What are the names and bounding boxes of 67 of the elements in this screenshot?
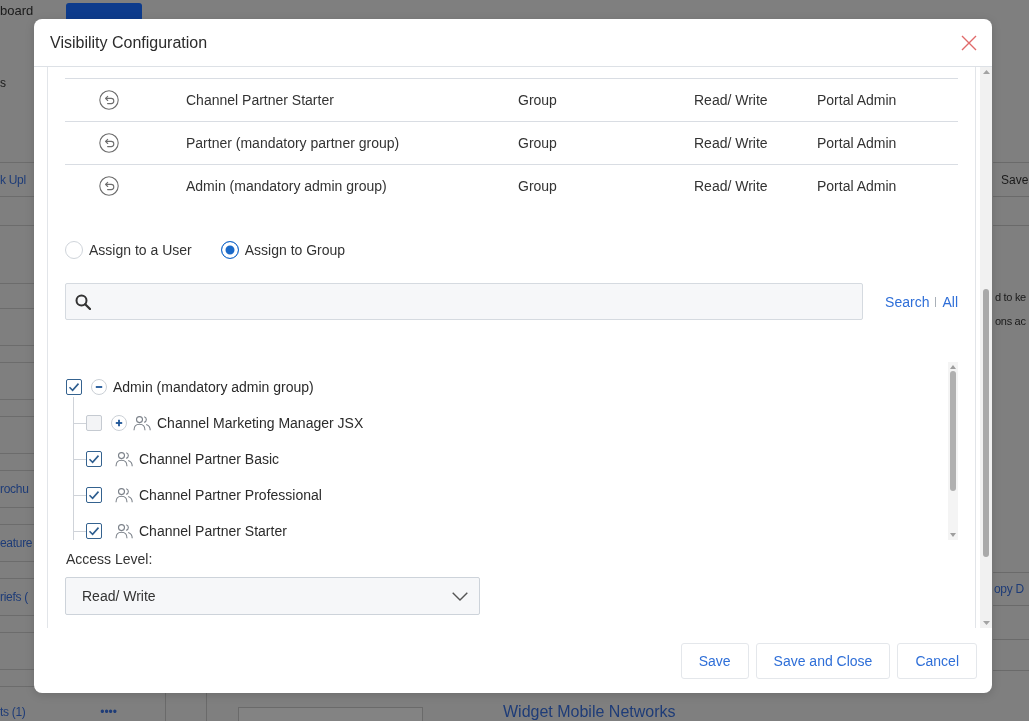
- checkbox[interactable]: [86, 523, 102, 539]
- table-cell: Group: [518, 92, 557, 108]
- table-cell: Group: [518, 135, 557, 151]
- field-label: Access Level:: [66, 551, 153, 567]
- link[interactable]: riefs (: [0, 589, 28, 605]
- radio-label[interactable]: Assign to a User: [89, 242, 192, 258]
- dialog-button[interactable]: Save: [680, 643, 749, 679]
- scrollbar[interactable]: [948, 362, 958, 540]
- access-level-dropdown[interactable]: Read/ Write: [65, 577, 480, 615]
- save-button[interactable]: Save: [993, 162, 1029, 197]
- checkbox[interactable]: [86, 451, 102, 467]
- tree-item[interactable]: Channel Marketing Manager JSX: [157, 415, 364, 431]
- table-cell: Portal Admin: [817, 135, 897, 151]
- link[interactable]: eature: [0, 535, 33, 551]
- table-cell: Portal Admin: [817, 92, 897, 108]
- link[interactable]: All: [942, 293, 958, 310]
- tree-item[interactable]: Channel Partner Basic: [139, 451, 280, 467]
- scroll-up-icon[interactable]: [950, 365, 956, 369]
- undo-icon[interactable]: [99, 176, 119, 196]
- undo-icon[interactable]: [99, 90, 119, 110]
- table-cell: Group: [518, 178, 557, 194]
- table-cell: Read/ Write: [694, 135, 768, 151]
- undo-icon[interactable]: [99, 133, 119, 153]
- text-fragment: d to ke: [994, 290, 1026, 305]
- close-button[interactable]: [961, 34, 977, 51]
- group-icon: [133, 415, 151, 431]
- search-field[interactable]: [65, 283, 863, 320]
- scroll-down-icon[interactable]: [950, 533, 956, 537]
- table-cell: Partner (mandatory partner group): [186, 135, 400, 151]
- scrollbar-thumb[interactable]: [950, 371, 956, 491]
- scrollbar-thumb[interactable]: [983, 289, 989, 557]
- table-cell: Channel Partner Starter: [186, 92, 334, 108]
- radio-button[interactable]: [220, 241, 239, 259]
- link[interactable]: rochu: [0, 481, 29, 497]
- group-icon: [115, 523, 133, 539]
- link[interactable]: Widget Mobile Networks: [503, 703, 676, 720]
- nav-item[interactable]: board: [0, 3, 34, 18]
- checkbox[interactable]: [86, 487, 102, 503]
- more-menu[interactable]: ••••: [100, 704, 117, 720]
- link[interactable]: opy D: [993, 582, 1024, 596]
- link[interactable]: k Upl: [0, 171, 26, 188]
- checkbox[interactable]: [66, 379, 82, 395]
- close-icon: [961, 34, 977, 51]
- table-cell: Admin (mandatory admin group): [186, 178, 387, 194]
- text-fragment: ons ac: [994, 314, 1026, 329]
- scroll-down-icon[interactable]: [982, 621, 990, 625]
- search-icon: [75, 293, 91, 310]
- expand-icon[interactable]: [111, 415, 127, 431]
- table-cell: Read/ Write: [694, 92, 768, 108]
- link[interactable]: Search: [885, 293, 930, 310]
- chevron-down-icon: [452, 591, 468, 601]
- group-icon: [115, 487, 133, 503]
- table-cell: Portal Admin: [817, 178, 897, 194]
- tree-item[interactable]: Channel Partner Starter: [139, 523, 287, 539]
- dialog-title: Visibility Configuration: [50, 33, 208, 52]
- group-icon: [115, 451, 133, 467]
- table-cell: Read/ Write: [694, 178, 768, 194]
- dialog-button[interactable]: Save and Close: [755, 643, 891, 679]
- collapse-icon[interactable]: [91, 379, 107, 395]
- scrollbar[interactable]: [980, 67, 992, 628]
- text-fragment: s: [0, 75, 6, 91]
- tree-item[interactable]: Channel Partner Professional: [139, 487, 322, 503]
- tree-item[interactable]: Admin (mandatory admin group): [113, 379, 314, 395]
- scroll-up-icon[interactable]: [982, 70, 990, 74]
- link[interactable]: ts (1): [0, 704, 26, 720]
- dialog-button[interactable]: Cancel: [897, 643, 977, 679]
- radio-label[interactable]: Assign to Group: [244, 242, 346, 258]
